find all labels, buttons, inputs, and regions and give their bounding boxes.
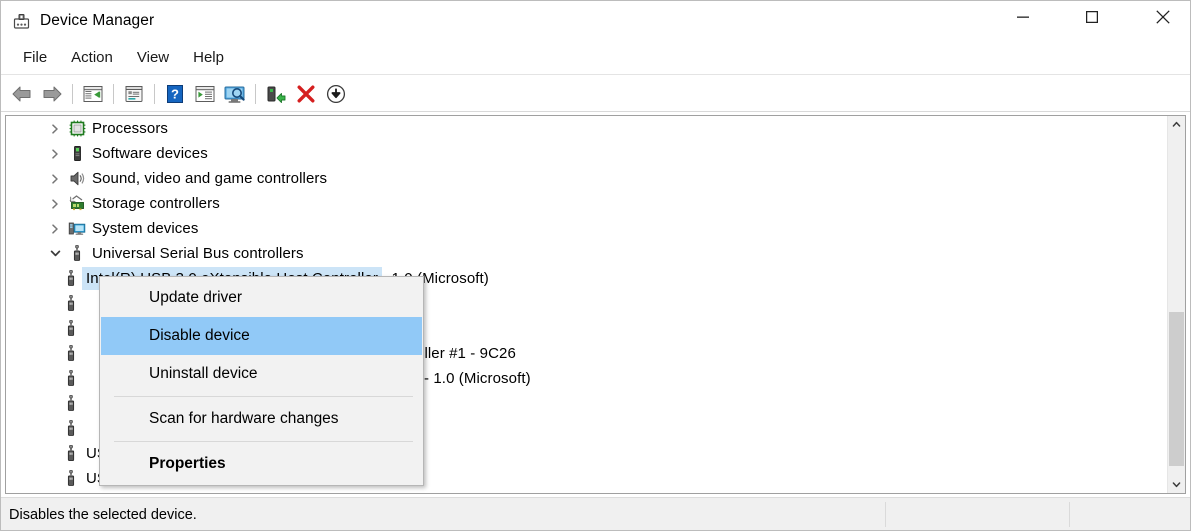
tree-row-label: Universal Serial Bus controllers [92,244,304,262]
context-menu-item-disable-device[interactable]: Disable device [101,317,422,355]
usb-icon [60,416,82,441]
show-hide-action-pane-icon [195,85,215,102]
context-menu-item-update-driver[interactable]: Update driver [101,279,422,317]
scrollbar-thumb[interactable] [1169,312,1184,466]
context-menu: Update driver Disable device Uninstall d… [99,276,424,486]
storage-controller-icon [66,191,88,216]
uninstall-device-button[interactable] [291,79,321,109]
back-arrow-icon [12,86,31,101]
show-hide-action-pane-button[interactable] [190,79,220,109]
tree-row-storage-controllers[interactable]: Storage controllers [6,191,1166,216]
update-driver-button[interactable] [261,79,291,109]
toolbar-separator-3 [154,83,155,104]
context-menu-separator-2 [114,441,413,442]
back-button[interactable] [7,79,37,109]
context-menu-separator-1 [114,396,413,397]
status-bar-divider-2 [1069,502,1070,527]
processor-icon [66,116,88,141]
tree-row-processors[interactable]: Processors [6,116,1166,141]
disable-device-icon [326,84,346,103]
usb-icon [66,241,88,266]
menu-file[interactable]: File [11,46,59,70]
tree-row-label: Processors [92,119,169,137]
usb-icon [60,466,82,491]
software-device-icon [66,141,88,166]
device-manager-window: Device Manager File Action View Help ? P… [0,0,1191,531]
chevron-up-icon [1172,121,1181,127]
usb-icon [60,341,82,366]
tree-row-label [82,426,90,431]
status-bar: Disables the selected device. [1,497,1190,530]
status-bar-text: Disables the selected device. [9,507,197,523]
forward-button[interactable] [37,79,67,109]
close-button[interactable] [1140,1,1186,33]
usb-icon [60,441,82,466]
usb-icon [60,391,82,416]
tree-row-label: Sound, video and game controllers [92,169,328,187]
scan-for-hardware-changes-button[interactable] [220,79,250,109]
context-menu-item-scan-for-hardware-changes[interactable]: Scan for hardware changes [101,400,422,438]
menu-view[interactable]: View [125,46,181,70]
tree-row-software-devices[interactable]: Software devices [6,141,1166,166]
close-icon [1156,10,1170,24]
toolbar-separator-1 [72,83,73,104]
properties-icon [125,85,143,102]
chevron-down-icon [1172,482,1181,488]
chevron-right-icon[interactable] [44,116,66,141]
chevron-right-icon[interactable] [44,216,66,241]
show-hide-console-tree-icon [83,85,103,102]
svg-text:?: ? [171,86,179,101]
tree-row-label [82,301,90,306]
toolbar-separator-2 [113,83,114,104]
tree-row-universal-serial-bus-controllers[interactable]: Universal Serial Bus controllers [6,241,1166,266]
usb-icon [60,316,82,341]
tree-row-label [82,326,90,331]
context-menu-item-uninstall-device[interactable]: Uninstall device [101,355,422,393]
disable-device-button[interactable] [321,79,351,109]
maximize-icon [1086,11,1098,23]
menu-action[interactable]: Action [59,46,125,70]
context-menu-item-properties[interactable]: Properties [101,445,422,483]
tree-row-label: Storage controllers [92,194,220,212]
chevron-down-icon[interactable] [44,241,66,266]
system-device-icon [66,216,88,241]
chevron-right-icon[interactable] [44,191,66,216]
title-bar: Device Manager [1,1,1190,41]
tree-row-label [82,401,90,406]
toolbar-separator-4 [255,83,256,104]
menu-help[interactable]: Help [181,46,236,70]
update-driver-icon [267,86,286,103]
window-title: Device Manager [40,12,155,29]
toolbar: ? [1,76,1190,112]
uninstall-device-icon [297,85,315,102]
forward-arrow-icon [43,86,62,101]
properties-button[interactable] [119,79,149,109]
help-button[interactable]: ? [160,79,190,109]
device-manager-icon [13,13,30,30]
maximize-button[interactable] [1069,1,1115,33]
usb-icon [60,366,82,391]
usb-icon [60,291,82,316]
minimize-button[interactable] [1000,1,1046,33]
menu-bar: File Action View Help [1,41,1190,75]
speaker-icon [66,166,88,191]
minimize-icon [1017,16,1029,18]
tree-row-system-devices[interactable]: System devices [6,216,1166,241]
tree-row-label: Software devices [92,144,208,162]
chevron-right-icon[interactable] [44,166,66,191]
show-hide-console-tree-button[interactable] [78,79,108,109]
tree-row-sound-video-game-controllers[interactable]: Sound, video and game controllers [6,166,1166,191]
scan-for-hardware-changes-icon [224,86,245,103]
tree-row-label-partial: - 1.0 (Microsoft) [424,369,531,387]
tree-row-label-partial: oller #1 - 9C26 [416,344,516,362]
scroll-up-button[interactable] [1168,116,1185,133]
tree-row-label: System devices [92,219,199,237]
help-icon: ? [167,84,183,103]
vertical-scrollbar[interactable] [1167,116,1185,493]
usb-icon [60,266,82,291]
status-bar-divider-1 [885,502,886,527]
chevron-right-icon[interactable] [44,141,66,166]
scroll-down-button[interactable] [1168,476,1185,493]
